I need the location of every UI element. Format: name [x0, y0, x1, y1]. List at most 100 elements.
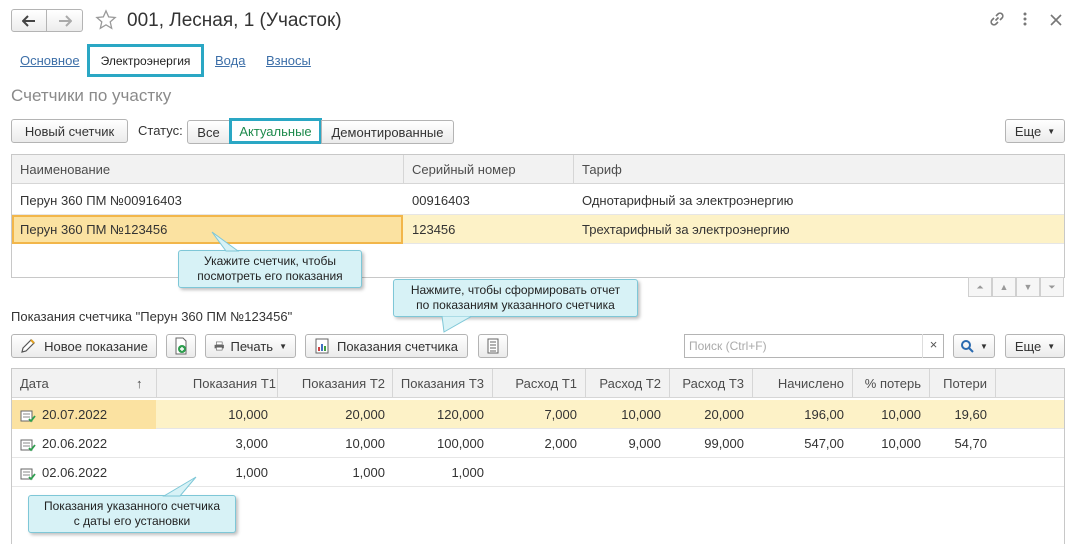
charged: 547,00	[804, 436, 844, 451]
tooltip-pointer	[211, 231, 240, 252]
col-header-charged[interactable]: Начислено	[752, 369, 844, 398]
consumption-r3: 99,000	[704, 436, 744, 451]
readings-caption: Показания счетчика "Перун 360 ПМ №123456…	[11, 309, 293, 324]
consumption-r1: 7,000	[544, 407, 577, 422]
charged: 196,00	[804, 407, 844, 422]
consumption-r1: 2,000	[544, 436, 577, 451]
col-header-name[interactable]: Наименование	[20, 155, 110, 184]
meter-name: Перун 360 ПМ №123456	[20, 222, 168, 237]
col-header-serial[interactable]: Серийный номер	[412, 155, 516, 184]
table-row-selected[interactable]: 20.07.2022 10,000 20,000 120,000 7,000 1…	[12, 400, 1064, 429]
col-header-r1[interactable]: Расход Т1	[492, 369, 577, 398]
table-row[interactable]: Перун 360 ПМ №00916403 00916403 Однотари…	[12, 186, 1064, 215]
document-posted-icon	[20, 468, 36, 480]
link-icon[interactable]	[988, 10, 1006, 33]
status-all-button[interactable]: Все	[187, 120, 230, 144]
tooltip-history: Показания указанного счетчика с даты его…	[28, 495, 236, 533]
table-row[interactable]: 20.06.2022 3,000 10,000 100,000 2,000 9,…	[12, 429, 1064, 458]
consumption-r2: 10,000	[621, 407, 661, 422]
tooltip-report: Нажмите, чтобы сформировать отчет по пок…	[393, 279, 638, 317]
meter-readings-report-button[interactable]: Показания счетчика	[305, 334, 468, 358]
tooltip-pointer	[441, 316, 474, 333]
readings-header-row: Дата ↑ Показания Т1 Показания Т2 Показан…	[12, 369, 1064, 398]
tooltip-line: по показаниям указанного счетчика	[416, 298, 615, 312]
tab-electricity[interactable]: Электроэнергия	[87, 44, 204, 77]
meter-serial: 123456	[412, 222, 456, 237]
list-settings-button[interactable]	[478, 334, 508, 358]
meter-serial: 00916403	[412, 193, 470, 208]
col-header-t2[interactable]: Показания Т2	[277, 369, 385, 398]
meter-name: Перун 360 ПМ №00916403	[20, 193, 182, 208]
readings-more-button[interactable]: Еще ▼	[1005, 334, 1065, 358]
reading-t2: 20,000	[345, 407, 385, 422]
new-reading-label: Новое показание	[44, 338, 148, 354]
section-title: Счетчики по участку	[11, 86, 172, 105]
add-document-icon	[175, 337, 187, 355]
sort-ascending-icon: ↑	[136, 376, 143, 391]
favorite-star-icon[interactable]	[95, 9, 117, 34]
back-button[interactable]	[11, 9, 47, 32]
new-reading-button[interactable]: Новое показание	[11, 334, 157, 358]
scroll-up-button[interactable]: ▲	[992, 277, 1016, 297]
col-header-loss[interactable]: Потери	[929, 369, 987, 398]
scroll-bottom-icon: ⏷	[1048, 281, 1056, 292]
col-header-tariff[interactable]: Тариф	[582, 155, 622, 184]
col-header-r3[interactable]: Расход Т3	[669, 369, 744, 398]
loss: 19,60	[954, 407, 987, 422]
scroll-bottom-button[interactable]: ⏷	[1040, 277, 1064, 297]
copy-reading-button[interactable]	[166, 334, 196, 358]
col-header-r2[interactable]: Расход Т2	[585, 369, 661, 398]
meters-table: Наименование Серийный номер Тариф Перун …	[11, 154, 1065, 278]
forward-button[interactable]	[47, 9, 83, 32]
caret-down-icon: ▼	[1047, 126, 1056, 136]
search-input[interactable]: Поиск (Ctrl+F)	[684, 334, 944, 358]
arrow-right-icon	[58, 14, 72, 27]
caret-down-icon: ▼	[1047, 341, 1056, 351]
reading-date-text: 20.06.2022	[42, 436, 108, 451]
new-meter-button[interactable]: Новый счетчик	[11, 119, 128, 143]
document-posted-icon	[20, 439, 36, 451]
consumption-r2: 9,000	[628, 436, 661, 451]
meters-more-button[interactable]: Еще ▼	[1005, 119, 1065, 143]
tab-fees[interactable]: Взносы	[266, 53, 311, 68]
search-options-button[interactable]: ▼	[953, 334, 995, 358]
loss-pct: 10,000	[881, 407, 921, 422]
consumption-r3: 20,000	[704, 407, 744, 422]
col-header-t3[interactable]: Показания Т3	[392, 369, 484, 398]
reading-t3: 100,000	[437, 436, 484, 451]
close-icon[interactable]	[1048, 10, 1064, 33]
tooltip-pointer	[162, 476, 197, 497]
print-button[interactable]: Печать ▼	[205, 334, 296, 358]
window-title: 001, Лесная, 1 (Участок)	[127, 10, 342, 31]
arrow-left-icon	[22, 14, 35, 27]
reading-date-text: 02.06.2022	[42, 465, 108, 480]
col-header-loss-pct[interactable]: % потерь	[852, 369, 921, 398]
search-clear-button[interactable]: ×	[922, 334, 944, 358]
tooltip-line: Нажмите, чтобы сформировать отчет	[410, 283, 621, 297]
col-header-date[interactable]: Дата	[20, 369, 49, 398]
readings-more-label: Еще	[1014, 338, 1042, 354]
reading-date: 20.07.2022	[20, 400, 107, 429]
tooltip-line: посмотреть его показания	[197, 269, 343, 283]
status-actual-button[interactable]: Актуальные	[229, 118, 322, 144]
tab-main[interactable]: Основное	[20, 53, 80, 68]
scroll-down-button[interactable]: ▼	[1016, 277, 1040, 297]
report-icon	[315, 338, 329, 354]
caret-down-icon: ▼	[279, 341, 287, 351]
table-row-selected[interactable]: Перун 360 ПМ №123456 123456 Трехтарифный…	[12, 215, 1064, 244]
scroll-top-icon: ⏶	[976, 281, 984, 292]
scroll-top-button[interactable]: ⏶	[968, 277, 992, 297]
loss-pct: 10,000	[881, 436, 921, 451]
report-label: Показания счетчика	[336, 338, 459, 354]
search-icon	[961, 340, 974, 353]
loss: 54,70	[954, 436, 987, 451]
tooltip-select-meter: Укажите счетчик, чтобы посмотреть его по…	[178, 250, 362, 288]
reading-t1: 10,000	[228, 407, 268, 422]
col-header-t1[interactable]: Показания Т1	[156, 369, 276, 398]
tab-water[interactable]: Вода	[215, 53, 245, 68]
status-dismantled-button[interactable]: Демонтированные	[321, 120, 454, 144]
scroll-down-icon: ▼	[1023, 282, 1033, 292]
more-vertical-icon[interactable]	[1022, 10, 1028, 33]
tooltip-line: Укажите счетчик, чтобы	[204, 254, 336, 268]
reading-date: 02.06.2022	[20, 458, 107, 487]
